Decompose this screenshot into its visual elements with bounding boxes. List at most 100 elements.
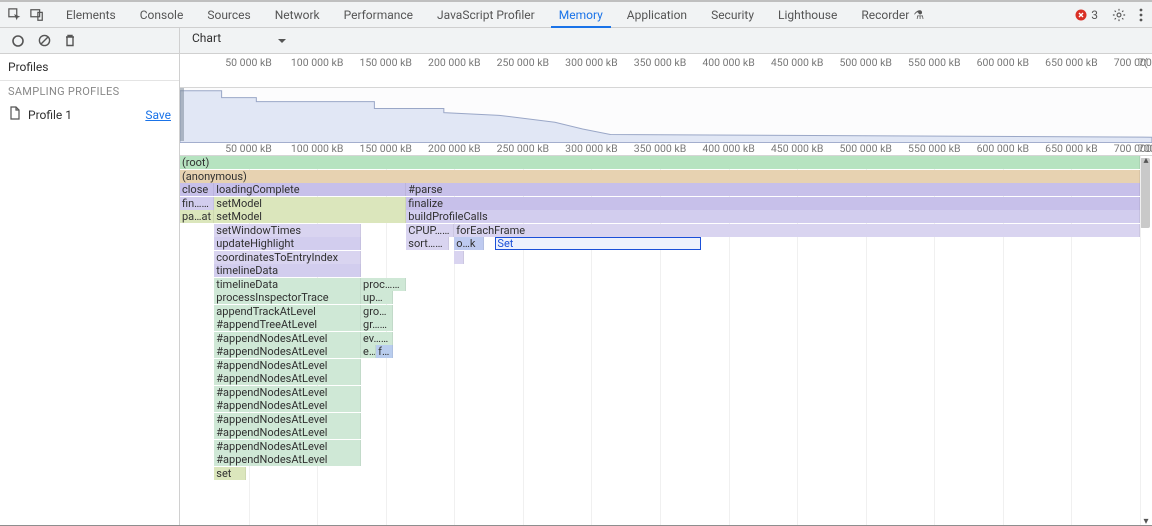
flame-node[interactable]: (anonymous) bbox=[180, 170, 1140, 183]
flame-node[interactable]: close bbox=[180, 183, 214, 196]
flame-node[interactable]: #appendNodesAtLevel bbox=[214, 372, 361, 385]
ruler-tick: 400 000 kB bbox=[702, 56, 754, 69]
settings-icon[interactable] bbox=[1108, 8, 1130, 22]
devtools-tabstrip: ElementsConsoleSourcesNetworkPerformance… bbox=[0, 2, 1152, 28]
flame-node[interactable]: timelineData bbox=[214, 264, 361, 277]
tab-performance[interactable]: Performance bbox=[332, 2, 425, 27]
error-count-value: 3 bbox=[1091, 8, 1098, 22]
flame-node[interactable]: #appendNodesAtLevel bbox=[214, 359, 361, 372]
tab-javascript-profiler[interactable]: JavaScript Profiler bbox=[425, 2, 547, 27]
record-icon[interactable] bbox=[10, 33, 26, 49]
flame-node[interactable]: forEachFrame bbox=[454, 224, 1140, 237]
flame-node[interactable]: #appendNodesAtLevel bbox=[214, 386, 361, 399]
flame-node[interactable]: loadingComplete bbox=[214, 183, 406, 196]
ruler-tick: 550 000 kB bbox=[908, 142, 960, 155]
tab-security[interactable]: Security bbox=[699, 2, 766, 27]
flame-node[interactable]: #appendNodesAtLevel bbox=[214, 440, 361, 453]
chevron-down-icon[interactable]: ▾ bbox=[1141, 516, 1151, 525]
tab-application[interactable]: Application bbox=[615, 2, 699, 27]
overview-strip[interactable] bbox=[180, 88, 1152, 142]
tab-memory[interactable]: Memory bbox=[547, 2, 615, 27]
ruler-tick: 550 000 kB bbox=[908, 56, 960, 69]
flame-node[interactable]: o…k bbox=[454, 237, 484, 250]
flame-node[interactable]: #appendNodesAtLevel bbox=[214, 453, 361, 466]
flame-chart[interactable]: ▴ ▾ (root)(anonymous)closeloadingComplet… bbox=[180, 156, 1152, 525]
ruler-tick: 150 000 kB bbox=[359, 142, 411, 155]
ruler-tick: 150 000 kB bbox=[359, 56, 411, 69]
tab-network[interactable]: Network bbox=[263, 2, 332, 27]
flame-node[interactable]: proc…ata bbox=[361, 278, 406, 291]
tab-elements[interactable]: Elements bbox=[54, 2, 128, 27]
flame-node[interactable]: #appendNodesAtLevel bbox=[214, 399, 361, 412]
flame-node[interactable]: appendTrackAtLevel bbox=[214, 305, 361, 318]
profiles-group-header: SAMPLING PROFILES bbox=[0, 81, 179, 102]
ruler-edge-label: 7( bbox=[1138, 56, 1148, 69]
flame-node[interactable]: #appendNodesAtLevel bbox=[214, 426, 361, 439]
delete-icon[interactable] bbox=[62, 33, 78, 49]
flame-node[interactable]: finalize bbox=[406, 197, 1140, 210]
ruler-tick: 600 000 kB bbox=[977, 142, 1029, 155]
tab-lighthouse[interactable]: Lighthouse bbox=[766, 2, 849, 27]
ruler-tick: 100 000 kB bbox=[291, 142, 343, 155]
flame-node[interactable] bbox=[454, 251, 464, 264]
view-mode-select[interactable]: Chart bbox=[186, 31, 290, 51]
flame-node[interactable]: e… bbox=[361, 345, 376, 358]
clear-icon[interactable] bbox=[36, 33, 52, 49]
flame-node[interactable]: (root) bbox=[180, 156, 1140, 169]
inspect-icon[interactable] bbox=[4, 4, 26, 26]
flame-node[interactable]: #appendNodesAtLevel bbox=[214, 345, 361, 358]
flame-node[interactable]: set bbox=[214, 467, 246, 480]
flame-node[interactable]: sort…ples bbox=[406, 237, 449, 250]
ruler-tick: 100 000 kB bbox=[291, 56, 343, 69]
flame-node[interactable]: f…r bbox=[376, 345, 392, 358]
error-count[interactable]: 3 bbox=[1075, 8, 1098, 22]
flame-node[interactable]: coordinatesToEntryIndex bbox=[214, 251, 361, 264]
overview-handle-left[interactable] bbox=[180, 88, 184, 141]
flame-node[interactable]: ev…ew bbox=[361, 332, 393, 345]
profile-item[interactable]: Profile 1 Save bbox=[0, 102, 179, 127]
flame-node[interactable]: fin…ce bbox=[180, 197, 214, 210]
ruler-tick: 350 000 kB bbox=[634, 142, 686, 155]
flame-area: 50 000 kB100 000 kB150 000 kB200 000 kB2… bbox=[180, 54, 1152, 525]
ruler-tick: 500 000 kB bbox=[839, 142, 891, 155]
flame-node[interactable]: setWindowTimes bbox=[214, 224, 361, 237]
flame-node[interactable]: Set bbox=[495, 237, 701, 250]
recorder-beta-icon: ⚗ bbox=[913, 8, 924, 22]
flame-node[interactable]: up…up bbox=[361, 291, 393, 304]
ruler-tick: 50 000 kB bbox=[225, 142, 272, 155]
flame-node[interactable]: #appendNodesAtLevel bbox=[214, 332, 361, 345]
flame-node[interactable]: buildProfileCalls bbox=[406, 210, 1140, 223]
flame-node[interactable]: setModel bbox=[214, 210, 406, 223]
tab-recorder[interactable]: Recorder⚗ bbox=[849, 2, 936, 27]
ruler-tick: 350 000 kB bbox=[634, 56, 686, 69]
flame-scrollbar[interactable] bbox=[1140, 158, 1150, 523]
flame-scrollbar-thumb[interactable] bbox=[1140, 158, 1150, 228]
flame-node[interactable]: pa…at bbox=[180, 210, 214, 223]
flame-node[interactable]: setModel bbox=[214, 197, 406, 210]
more-icon[interactable] bbox=[1130, 8, 1152, 22]
tab-sources[interactable]: Sources bbox=[195, 2, 262, 27]
flame-node[interactable]: updateHighlight bbox=[214, 237, 361, 250]
ruler-tick: 200 000 kB bbox=[428, 56, 480, 69]
ruler-tick: 400 000 kB bbox=[702, 142, 754, 155]
grid-line bbox=[1140, 156, 1141, 525]
flame-node[interactable]: processInspectorTrace bbox=[214, 291, 361, 304]
ruler-tick: 650 000 kB bbox=[1045, 142, 1097, 155]
flame-node[interactable]: CPUP…del bbox=[406, 224, 454, 237]
flame-node[interactable]: #appendNodesAtLevel bbox=[214, 413, 361, 426]
tab-console[interactable]: Console bbox=[128, 2, 196, 27]
flame-node[interactable]: timelineData bbox=[214, 278, 361, 291]
memory-main: Profiles SAMPLING PROFILES Profile 1 Sav… bbox=[0, 54, 1152, 525]
view-mode-value: Chart bbox=[186, 31, 290, 51]
profile-save-link[interactable]: Save bbox=[145, 108, 171, 122]
flame-node[interactable]: #appendTreeAtLevel bbox=[214, 318, 361, 331]
flame-node[interactable]: gro…ts bbox=[361, 305, 393, 318]
ruler-tick: 450 000 kB bbox=[771, 142, 823, 155]
flame-node[interactable]: #parse bbox=[406, 183, 1140, 196]
device-toggle-icon[interactable] bbox=[26, 4, 48, 26]
profiles-header: Profiles bbox=[0, 54, 179, 81]
ruler-edge-label: 700 ( bbox=[1138, 142, 1152, 155]
flame-node[interactable]: gr…ew bbox=[361, 318, 393, 331]
chevron-up-icon[interactable]: ▴ bbox=[1141, 156, 1151, 165]
devtools-tabs: ElementsConsoleSourcesNetworkPerformance… bbox=[54, 2, 936, 27]
